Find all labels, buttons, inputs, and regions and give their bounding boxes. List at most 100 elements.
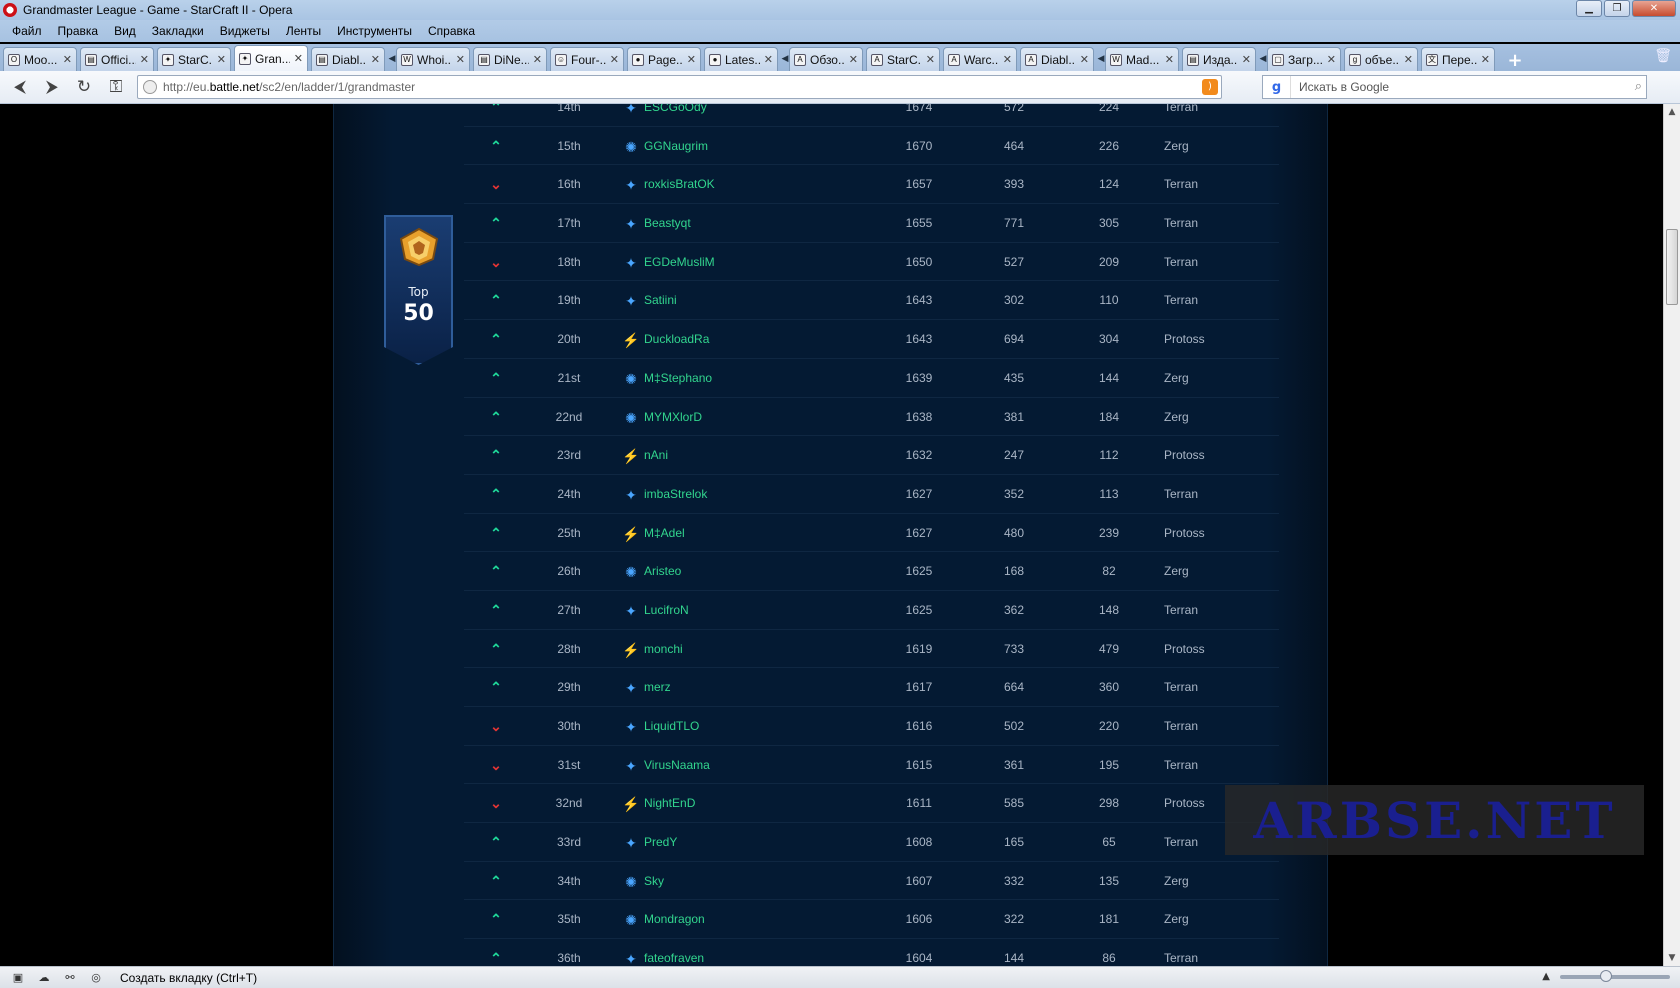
player-name-link[interactable]: VirusNaama bbox=[644, 746, 804, 785]
new-tab-button[interactable]: + bbox=[1504, 49, 1526, 71]
player-name-link[interactable]: Mondragon bbox=[644, 900, 804, 939]
speed-dial-icon[interactable]: ◎ bbox=[88, 971, 104, 985]
forward-icon[interactable]: ⮞ bbox=[40, 75, 64, 99]
player-name-link[interactable]: monchi bbox=[644, 630, 804, 669]
player-name-link[interactable]: EGDeMusliM bbox=[644, 243, 804, 282]
player-name-link[interactable]: merz bbox=[644, 668, 804, 707]
reload-icon[interactable]: ↻ bbox=[72, 75, 96, 99]
tab-close-icon[interactable]: ✕ bbox=[294, 52, 303, 65]
search-field[interactable]: g Искать в Google ⌕ bbox=[1262, 75, 1647, 99]
tab-8[interactable]: ● Page... ✕ bbox=[627, 47, 701, 71]
tab-close-icon[interactable]: ✕ bbox=[1165, 53, 1174, 66]
tab-close-icon[interactable]: ✕ bbox=[217, 53, 226, 66]
tab-18[interactable]: 文 Пере... ✕ bbox=[1421, 47, 1495, 71]
tab-close-icon[interactable]: ✕ bbox=[1404, 53, 1413, 66]
player-name-link[interactable]: roxkisBratOK bbox=[644, 165, 804, 204]
menu-feeds[interactable]: Ленты bbox=[286, 24, 321, 38]
tab-close-icon[interactable]: ✕ bbox=[533, 53, 542, 66]
address-field[interactable]: http://eu.battle.net/sc2/en/ladder/1/gra… bbox=[137, 75, 1222, 99]
player-name-link[interactable]: imbaStrelok bbox=[644, 475, 804, 514]
tab-close-icon[interactable]: ✕ bbox=[1481, 53, 1490, 66]
menu-help[interactable]: Справка bbox=[428, 24, 475, 38]
menu-widgets[interactable]: Виджеты bbox=[220, 24, 270, 38]
tab-group-separator-icon[interactable]: ◀ bbox=[781, 47, 789, 71]
tab-13[interactable]: A Diabl... ✕ bbox=[1020, 47, 1094, 71]
player-name-link[interactable]: LiquidTLO bbox=[644, 707, 804, 746]
player-name-link[interactable]: GGNaugrim bbox=[644, 127, 804, 166]
tab-group-separator-icon[interactable]: ◀ bbox=[1259, 47, 1267, 71]
player-name-link[interactable]: PredY bbox=[644, 823, 804, 862]
player-name-link[interactable]: M‡Adel bbox=[644, 514, 804, 553]
tab-9[interactable]: ● Lates... ✕ bbox=[704, 47, 778, 71]
share-icon[interactable]: ⚯ bbox=[62, 971, 78, 985]
scroll-up-icon[interactable]: ▲ bbox=[1664, 104, 1680, 120]
menu-edit[interactable]: Правка bbox=[58, 24, 99, 38]
tab-2[interactable]: ✦ StarC... ✕ bbox=[157, 47, 231, 71]
player-name-link[interactable]: Beastyqt bbox=[644, 204, 804, 243]
tab-7[interactable]: ☺ Four-... ✕ bbox=[550, 47, 624, 71]
player-name-link[interactable]: DuckloadRa bbox=[644, 320, 804, 359]
rss-icon[interactable]: ) bbox=[1202, 79, 1218, 95]
tab-close-icon[interactable]: ✕ bbox=[610, 53, 619, 66]
back-icon[interactable]: ⮜ bbox=[8, 75, 32, 99]
tab-close-icon[interactable]: ✕ bbox=[371, 53, 380, 66]
tab-10[interactable]: A Обзо... ✕ bbox=[789, 47, 863, 71]
tab-15[interactable]: ▤ Изда... ✕ bbox=[1182, 47, 1256, 71]
panel-toggle-icon[interactable]: ▣ bbox=[10, 971, 26, 985]
tab-5[interactable]: W Whoi... ✕ bbox=[396, 47, 470, 71]
tab-14[interactable]: W Mad... ✕ bbox=[1105, 47, 1179, 71]
google-icon[interactable]: g bbox=[1263, 76, 1291, 98]
vertical-scrollbar[interactable]: ▲ ▼ bbox=[1663, 104, 1680, 966]
player-name-link[interactable]: Aristeo bbox=[644, 552, 804, 591]
player-name-link[interactable]: LucifroN bbox=[644, 591, 804, 630]
scroll-thumb[interactable] bbox=[1666, 229, 1678, 305]
close-button[interactable]: ✕ bbox=[1632, 0, 1676, 17]
scroll-down-icon[interactable]: ▼ bbox=[1664, 950, 1680, 966]
menu-view[interactable]: Вид bbox=[114, 24, 136, 38]
zoom-slider[interactable] bbox=[1560, 969, 1670, 982]
tab-close-icon[interactable]: ✕ bbox=[63, 53, 72, 66]
minimize-button[interactable]: ▁ bbox=[1576, 0, 1602, 17]
search-icon[interactable]: ⌕ bbox=[1635, 79, 1642, 94]
tab-close-icon[interactable]: ✕ bbox=[849, 53, 858, 66]
tab-close-icon[interactable]: ✕ bbox=[764, 53, 773, 66]
menu-bookmarks[interactable]: Закладки bbox=[152, 24, 204, 38]
tab-close-icon[interactable]: ✕ bbox=[1242, 53, 1251, 66]
tab-16[interactable]: ▢ Загр... ✕ bbox=[1267, 47, 1341, 71]
player-name-link[interactable]: M‡Stephano bbox=[644, 359, 804, 398]
trend-up-icon: ⌃ bbox=[490, 215, 502, 232]
tab-label: DiNe... bbox=[494, 52, 529, 67]
tab-close-icon[interactable]: ✕ bbox=[1003, 53, 1012, 66]
player-name-link[interactable]: Sky bbox=[644, 862, 804, 901]
cloud-icon[interactable]: ☁ bbox=[36, 971, 52, 985]
tab-4[interactable]: ▤ Diabl... ✕ bbox=[311, 47, 385, 71]
player-name-link[interactable]: nAni bbox=[644, 436, 804, 475]
tab-group-separator-icon[interactable]: ◀ bbox=[388, 47, 396, 71]
player-name-link[interactable]: NightEnD bbox=[644, 784, 804, 823]
tab-close-icon[interactable]: ✕ bbox=[140, 53, 149, 66]
player-name-link[interactable]: ESCGoOdy bbox=[644, 104, 804, 127]
tab-1[interactable]: ▤ Offici... ✕ bbox=[80, 47, 154, 71]
losses: 148 bbox=[1098, 602, 1120, 617]
tab-12[interactable]: A Warc... ✕ bbox=[943, 47, 1017, 71]
key-icon[interactable]: ⚿ bbox=[104, 75, 128, 99]
tab-close-icon[interactable]: ✕ bbox=[926, 53, 935, 66]
player-name-link[interactable]: Satiini bbox=[644, 281, 804, 320]
trash-icon[interactable]: 🗑 bbox=[1654, 48, 1672, 64]
menu-tools[interactable]: Инструменты bbox=[337, 24, 412, 38]
tab-close-icon[interactable]: ✕ bbox=[1327, 53, 1336, 66]
tab-group-separator-icon[interactable]: ◀ bbox=[1097, 47, 1105, 71]
tab-0[interactable]: O Moo... ✕ bbox=[3, 47, 77, 71]
tab-close-icon[interactable]: ✕ bbox=[687, 53, 696, 66]
tab-6[interactable]: ▤ DiNe... ✕ bbox=[473, 47, 547, 71]
maximize-button[interactable]: ❐ bbox=[1604, 0, 1630, 17]
tab-3[interactable]: ✦ Gran... ✕ bbox=[234, 45, 308, 71]
player-name-link[interactable]: fateofraven bbox=[644, 939, 804, 966]
tab-close-icon[interactable]: ✕ bbox=[1080, 53, 1089, 66]
player-name-link[interactable]: MYMXlorD bbox=[644, 398, 804, 437]
menu-file[interactable]: Файл bbox=[12, 24, 42, 38]
tab-close-icon[interactable]: ✕ bbox=[456, 53, 465, 66]
tab-17[interactable]: g объе... ✕ bbox=[1344, 47, 1418, 71]
tab-11[interactable]: A StarC... ✕ bbox=[866, 47, 940, 71]
zoom-up-icon[interactable]: ▲ bbox=[1542, 971, 1550, 982]
